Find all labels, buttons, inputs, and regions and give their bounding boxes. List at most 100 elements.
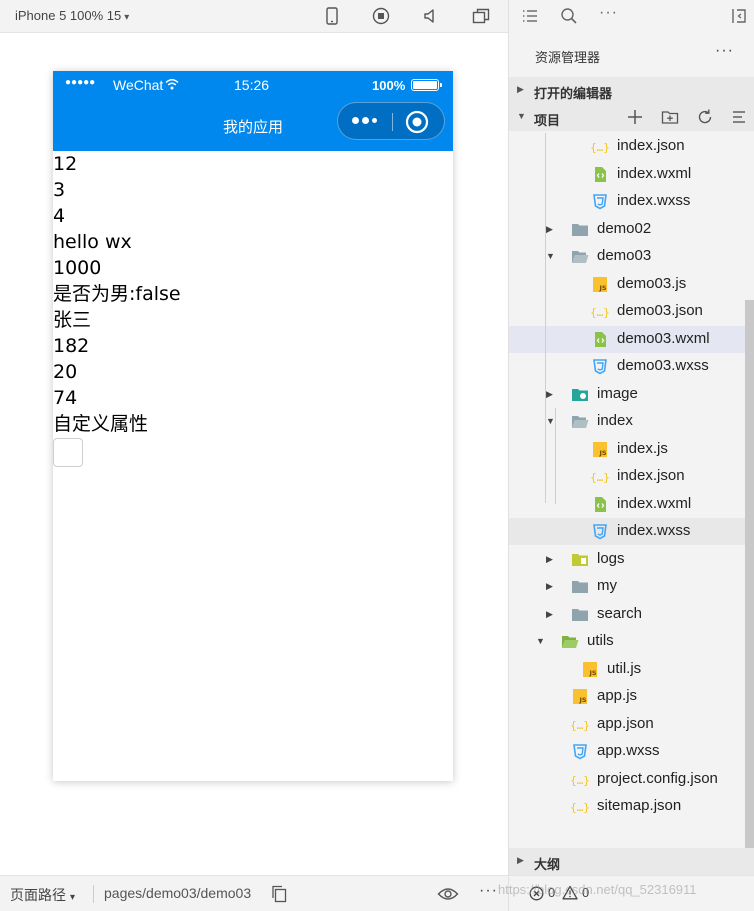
tree-item[interactable]: ▶ search xyxy=(509,601,745,628)
wxml-file-icon xyxy=(591,331,609,348)
speaker-icon[interactable] xyxy=(421,6,441,26)
wxss-file-icon xyxy=(591,358,609,375)
svg-text:JS: JS xyxy=(598,449,606,457)
json-file-icon: {…} xyxy=(571,798,589,815)
chevron-right-icon: ▶ xyxy=(517,84,524,94)
new-folder-icon[interactable] xyxy=(660,107,680,127)
eye-icon[interactable] xyxy=(437,886,459,902)
page-path-label: 页面路径 xyxy=(10,887,66,903)
tree-item[interactable]: index.wxss xyxy=(509,518,745,545)
tree-item-label: demo03.js xyxy=(617,274,687,292)
new-file-icon[interactable] xyxy=(625,107,645,127)
copy-icon[interactable] xyxy=(271,885,287,903)
output-line: 张三 xyxy=(53,309,92,331)
capsule-divider xyxy=(392,113,393,131)
capsule-more-button[interactable] xyxy=(342,103,390,139)
tree-item-label: image xyxy=(597,384,638,402)
folder-open-icon xyxy=(571,413,589,430)
tree-item[interactable]: app.wxss xyxy=(509,738,745,765)
collapse-all-icon[interactable] xyxy=(730,107,750,127)
phone-icon[interactable] xyxy=(322,6,342,26)
tree-item-label: app.wxss xyxy=(597,742,660,759)
chevron-right-icon: ▶ xyxy=(546,223,553,234)
tree-item-label: demo03.wxml xyxy=(617,329,710,347)
tree-item-label: index.json xyxy=(617,137,685,154)
chevron-right-icon: ▶ xyxy=(546,608,553,619)
wxss-file-icon xyxy=(591,523,609,540)
watermark: https://blog.csdn.net/qq_52316911 xyxy=(498,882,697,897)
js-file-icon: JS xyxy=(571,688,589,705)
tree-item-label: utils xyxy=(587,632,614,649)
svg-text:{…}: {…} xyxy=(591,306,609,319)
more-icon[interactable]: ··· xyxy=(599,4,619,24)
tree-item[interactable]: {…} project.config.json xyxy=(509,766,745,793)
tree-item-label: logs xyxy=(597,549,625,567)
explorer-pane: ··· 资源管理器 ··· ▶ 打开的编辑器 ▼ 项目 {…} index.jso… xyxy=(508,0,754,911)
chevron-down-icon: ▾ xyxy=(70,892,76,903)
simulator-pane: iPhone 5 100% 15 ▾ ●●●●● WeChat 15:26 100… xyxy=(0,0,508,911)
tree-item-label: util.js xyxy=(607,659,642,677)
chevron-right-icon: ▶ xyxy=(517,855,524,865)
output-line: 182 xyxy=(53,335,90,357)
svg-text:{…}: {…} xyxy=(571,774,589,787)
split-panel-icon[interactable] xyxy=(729,6,749,26)
battery-icon xyxy=(411,79,442,91)
page-path-value: pages/demo03/demo03 xyxy=(104,885,252,901)
tree-item-label: demo02 xyxy=(597,219,652,237)
tree-item[interactable]: JS util.js xyxy=(509,656,745,683)
section-open-editors[interactable]: ▶ 打开的编辑器 xyxy=(509,77,754,104)
chevron-down-icon: ▼ xyxy=(517,111,526,121)
scrollbar-thumb[interactable] xyxy=(745,300,754,848)
tree-item[interactable]: JS app.js xyxy=(509,683,745,710)
json-file-icon: {…} xyxy=(591,138,609,155)
carrier-name: WeChat xyxy=(113,77,164,93)
js-file-icon: JS xyxy=(591,441,609,458)
tree-item[interactable]: ▶ logs xyxy=(509,546,745,573)
section-project[interactable]: ▼ 项目 xyxy=(509,104,754,131)
checkbox-input[interactable] xyxy=(53,438,83,467)
output-line: hello wx xyxy=(53,231,132,253)
tree-item-label: index.wxml xyxy=(617,494,692,512)
section-label: 项目 xyxy=(534,113,561,128)
file-tree: {…} index.json index.wxml index.wxss ▶ demo02… xyxy=(509,133,754,845)
tree-item-label: index.js xyxy=(617,439,668,457)
device-select[interactable]: iPhone 5 100% 15 ▾ xyxy=(15,8,129,23)
svg-text:{…}: {…} xyxy=(591,471,609,484)
section-outline[interactable]: ▶ 大纲 xyxy=(509,848,754,875)
output-line: 4 xyxy=(53,205,66,227)
tree-item-label: project.config.json xyxy=(597,769,718,787)
tree-item[interactable]: {…} app.json xyxy=(509,711,745,738)
refresh-icon[interactable] xyxy=(695,107,715,127)
phone-screen: ●●●●● WeChat 15:26 100% 我的应用 12 3 4 hell… xyxy=(53,71,453,781)
tree-item[interactable]: ▼ utils xyxy=(509,628,745,655)
js-file-icon: JS xyxy=(581,661,599,678)
search-icon[interactable] xyxy=(559,6,579,26)
tree-item[interactable]: ▶ my xyxy=(509,573,745,600)
wxml-file-icon xyxy=(591,166,609,183)
more-icon[interactable]: ··· xyxy=(479,882,498,900)
svg-text:{…}: {…} xyxy=(591,141,609,154)
indent-guide xyxy=(545,133,546,503)
json-file-icon: {…} xyxy=(591,468,609,485)
folder-open-icon xyxy=(571,248,589,265)
page-path-select[interactable]: 页面路径 ▾ xyxy=(10,885,75,905)
simulator-toolbar: iPhone 5 100% 15 ▾ xyxy=(0,0,508,33)
target-icon xyxy=(405,110,429,134)
json-file-icon: {…} xyxy=(571,716,589,733)
window-icon[interactable] xyxy=(471,6,491,26)
tree-item[interactable]: {…} sitemap.json xyxy=(509,793,745,820)
list-icon[interactable] xyxy=(520,6,540,26)
wxml-file-icon xyxy=(591,496,609,513)
output-line: 74 xyxy=(53,387,78,409)
tree-item-label: app.json xyxy=(597,714,654,732)
tree-item-label: search xyxy=(597,604,643,622)
divider xyxy=(93,885,94,903)
device-select-label: iPhone 5 100% 15 xyxy=(15,8,122,23)
capsule-close-button[interactable] xyxy=(404,109,430,135)
record-icon[interactable] xyxy=(371,6,391,26)
svg-text:{…}: {…} xyxy=(571,801,589,814)
output-line: 20 xyxy=(53,361,78,383)
js-file-icon: JS xyxy=(591,276,609,293)
wechat-nav-bar: ●●●●● WeChat 15:26 100% 我的应用 xyxy=(53,71,453,151)
more-icon[interactable]: ··· xyxy=(715,42,734,60)
